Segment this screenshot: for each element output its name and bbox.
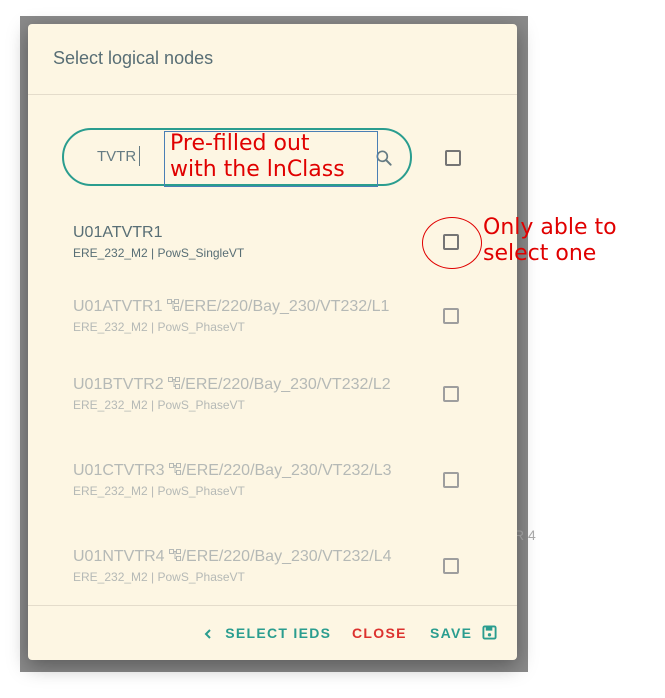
logical-node-subtitle: ERE_232_M2 | PowS_PhaseVT (73, 570, 245, 584)
select-logical-nodes-dialog: Select logical nodes U01ATVTR1 ERE_232_M2… (28, 24, 517, 660)
logical-node-checkbox (443, 308, 459, 324)
annotation-circle (422, 217, 482, 269)
logical-node-checkbox (443, 558, 459, 574)
close-button[interactable]: CLOSE (352, 625, 407, 641)
logical-node-path: /ERE/220/Bay_230/VT232/L4 (181, 548, 392, 565)
logical-node-item: U01CTVTR3/ERE/220/Bay_230/VT232/L3 ERE_23… (28, 462, 517, 522)
logical-node-name: U01ATVTR1/ERE/220/Bay_230/VT232/L1 (73, 298, 389, 316)
select-ieds-label: SELECT IEDS (225, 625, 332, 641)
chevron-left-icon (204, 629, 211, 639)
logical-node-label: U01CTVTR3 (73, 462, 165, 479)
select-all-checkbox[interactable] (445, 150, 461, 166)
logical-node-path: /ERE/220/Bay_230/VT232/L3 (181, 462, 392, 479)
logical-node-item: U01ATVTR1/ERE/220/Bay_230/VT232/L1 ERE_23… (28, 298, 517, 358)
save-icon (481, 625, 497, 640)
logical-node-label: U01ATVTR1 (73, 224, 163, 241)
logical-node-checkbox (443, 472, 459, 488)
logical-node-subtitle: ERE_232_M2 | PowS_PhaseVT (73, 320, 245, 334)
logical-node-name: U01BTVTR2/ERE/220/Bay_230/VT232/L2 (73, 376, 391, 394)
logical-node-name: U01NTVTR4/ERE/220/Bay_230/VT232/L4 (73, 548, 392, 566)
tree-icon (168, 549, 181, 561)
footer-divider (28, 605, 517, 606)
logical-node-checkbox (443, 386, 459, 402)
logical-node-label: U01BTVTR2 (73, 376, 164, 393)
logical-node-subtitle: ERE_232_M2 | PowS_SingleVT (73, 246, 245, 260)
logical-node-item: U01BTVTR2/ERE/220/Bay_230/VT232/L2 ERE_23… (28, 376, 517, 436)
dialog-title: Select logical nodes (53, 48, 214, 68)
logical-node-subtitle: ERE_232_M2 | PowS_PhaseVT (73, 398, 245, 412)
logical-node-subtitle: ERE_232_M2 | PowS_PhaseVT (73, 484, 245, 498)
select-ieds-button[interactable]: SELECT IEDS (202, 625, 331, 641)
save-label: SAVE (430, 625, 473, 641)
logical-node-path: /ERE/220/Bay_230/VT232/L2 (180, 376, 391, 393)
header-divider (28, 94, 517, 95)
close-label: CLOSE (352, 625, 407, 641)
logical-node-path: /ERE/220/Bay_230/VT232/L1 (179, 298, 390, 315)
logical-node-name: U01CTVTR3/ERE/220/Bay_230/VT232/L3 (73, 462, 392, 480)
search-icon[interactable] (374, 148, 394, 168)
logical-node-label: U01NTVTR4 (73, 548, 165, 565)
save-button[interactable]: SAVE (430, 625, 497, 641)
logical-node-label: U01ATVTR1 (73, 298, 163, 315)
logical-node-name: U01ATVTR1 (73, 224, 163, 242)
single-select-annotation: Only able to select one (483, 215, 617, 266)
tree-icon (167, 377, 180, 389)
logical-node-item: U01NTVTR4/ERE/220/Bay_230/VT232/L4 ERE_23… (28, 548, 517, 608)
prefill-annotation: Pre-filled out with the lnClass (170, 131, 345, 182)
tree-icon (168, 463, 181, 475)
background-text: R 4 (514, 527, 536, 543)
text-cursor (139, 146, 140, 166)
tree-icon (166, 299, 179, 311)
